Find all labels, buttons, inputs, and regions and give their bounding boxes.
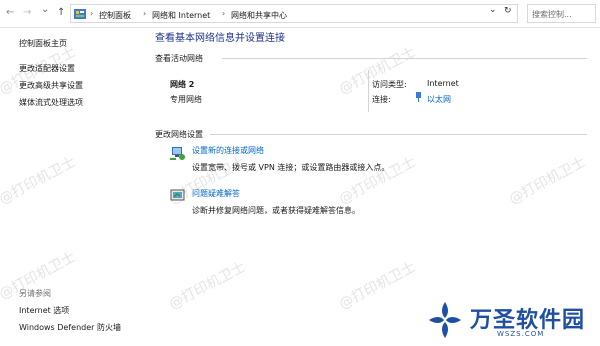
sidebar-item-adapter-settings[interactable]: 更改适配器设置 bbox=[19, 63, 75, 74]
breadcrumb-network-sharing-center[interactable]: 网络和共享中心 bbox=[231, 10, 287, 21]
connections-label: 连接: bbox=[372, 95, 391, 104]
new-connection-icon bbox=[170, 147, 185, 160]
access-type-value: Internet bbox=[427, 79, 459, 88]
page-title: 查看基本网络信息并设置连接 bbox=[155, 33, 285, 44]
watermark-text: @打印机卫士 bbox=[506, 154, 589, 208]
site-logo-subtitle: WSZS.COM bbox=[497, 330, 545, 338]
sidebar-item-advanced-sharing[interactable]: 更改高级共享设置 bbox=[19, 80, 83, 91]
access-type-label: 访问类型: bbox=[372, 80, 407, 89]
troubleshoot-icon bbox=[170, 189, 185, 201]
breadcrumb-separator: › bbox=[90, 9, 94, 18]
divider bbox=[368, 70, 369, 112]
divider bbox=[222, 58, 587, 59]
site-logo-icon bbox=[429, 302, 461, 338]
network-name: 网络 2 bbox=[170, 80, 195, 89]
breadcrumb-separator: › bbox=[143, 9, 147, 18]
watermark-text: @打印机卫士 bbox=[336, 259, 419, 313]
ethernet-link[interactable]: 以太网 bbox=[427, 94, 451, 105]
see-also-internet-options[interactable]: Internet 选项 bbox=[19, 305, 69, 316]
see-also-heading: 另请参阅 bbox=[19, 289, 51, 298]
breadcrumb-separator: › bbox=[222, 9, 226, 18]
up-button[interactable]: ↑ bbox=[57, 7, 65, 18]
forward-button[interactable]: → bbox=[23, 7, 31, 18]
network-type: 专用网络 bbox=[170, 95, 202, 104]
breadcrumb-network-internet[interactable]: 网络和 Internet bbox=[152, 10, 210, 21]
watermark-text: @打印机卫士 bbox=[0, 154, 79, 208]
breadcrumb-control-panel[interactable]: 控制面板 bbox=[99, 10, 131, 21]
troubleshoot-link[interactable]: 问题疑难解答 bbox=[192, 188, 240, 199]
breadcrumb[interactable]: › 控制面板 › 网络和 Internet › 网络和共享中心 ⌄ ↻ bbox=[70, 4, 518, 23]
change-settings-heading: 更改网络设置 bbox=[155, 130, 203, 139]
watermark-text: @打印机卫士 bbox=[166, 259, 249, 313]
search-placeholder: 搜索控制... bbox=[532, 10, 572, 19]
watermark-text: @打印机卫士 bbox=[336, 154, 419, 208]
active-networks-heading: 查看活动网络 bbox=[155, 54, 203, 63]
ethernet-icon bbox=[416, 92, 421, 102]
back-button[interactable]: ← bbox=[6, 7, 14, 18]
refresh-icon[interactable]: ↻ bbox=[504, 6, 512, 16]
sidebar-item-control-panel-home[interactable]: 控制面板主页 bbox=[19, 38, 67, 49]
see-also-firewall[interactable]: Windows Defender 防火墙 bbox=[19, 322, 121, 333]
search-input[interactable]: 搜索控制... bbox=[527, 4, 596, 23]
troubleshoot-desc: 诊断并修复网络问题，或者获得疑难解答信息。 bbox=[192, 206, 360, 215]
sidebar-item-media-streaming[interactable]: 媒体流式处理选项 bbox=[19, 97, 83, 108]
recent-locations-button[interactable]: ⌄ bbox=[41, 4, 49, 15]
address-bar: ← → ⌄ ↑ › 控制面板 › 网络和 Internet › 网络和共享中心 … bbox=[0, 0, 600, 28]
control-panel-icon bbox=[74, 9, 86, 19]
address-dropdown-icon[interactable]: ⌄ bbox=[489, 5, 497, 15]
divider bbox=[210, 134, 587, 135]
setup-new-connection-link[interactable]: 设置新的连接或网络 bbox=[192, 145, 264, 156]
setup-new-connection-desc: 设置宽带、拨号或 VPN 连接；或设置路由器或接入点。 bbox=[192, 163, 390, 172]
